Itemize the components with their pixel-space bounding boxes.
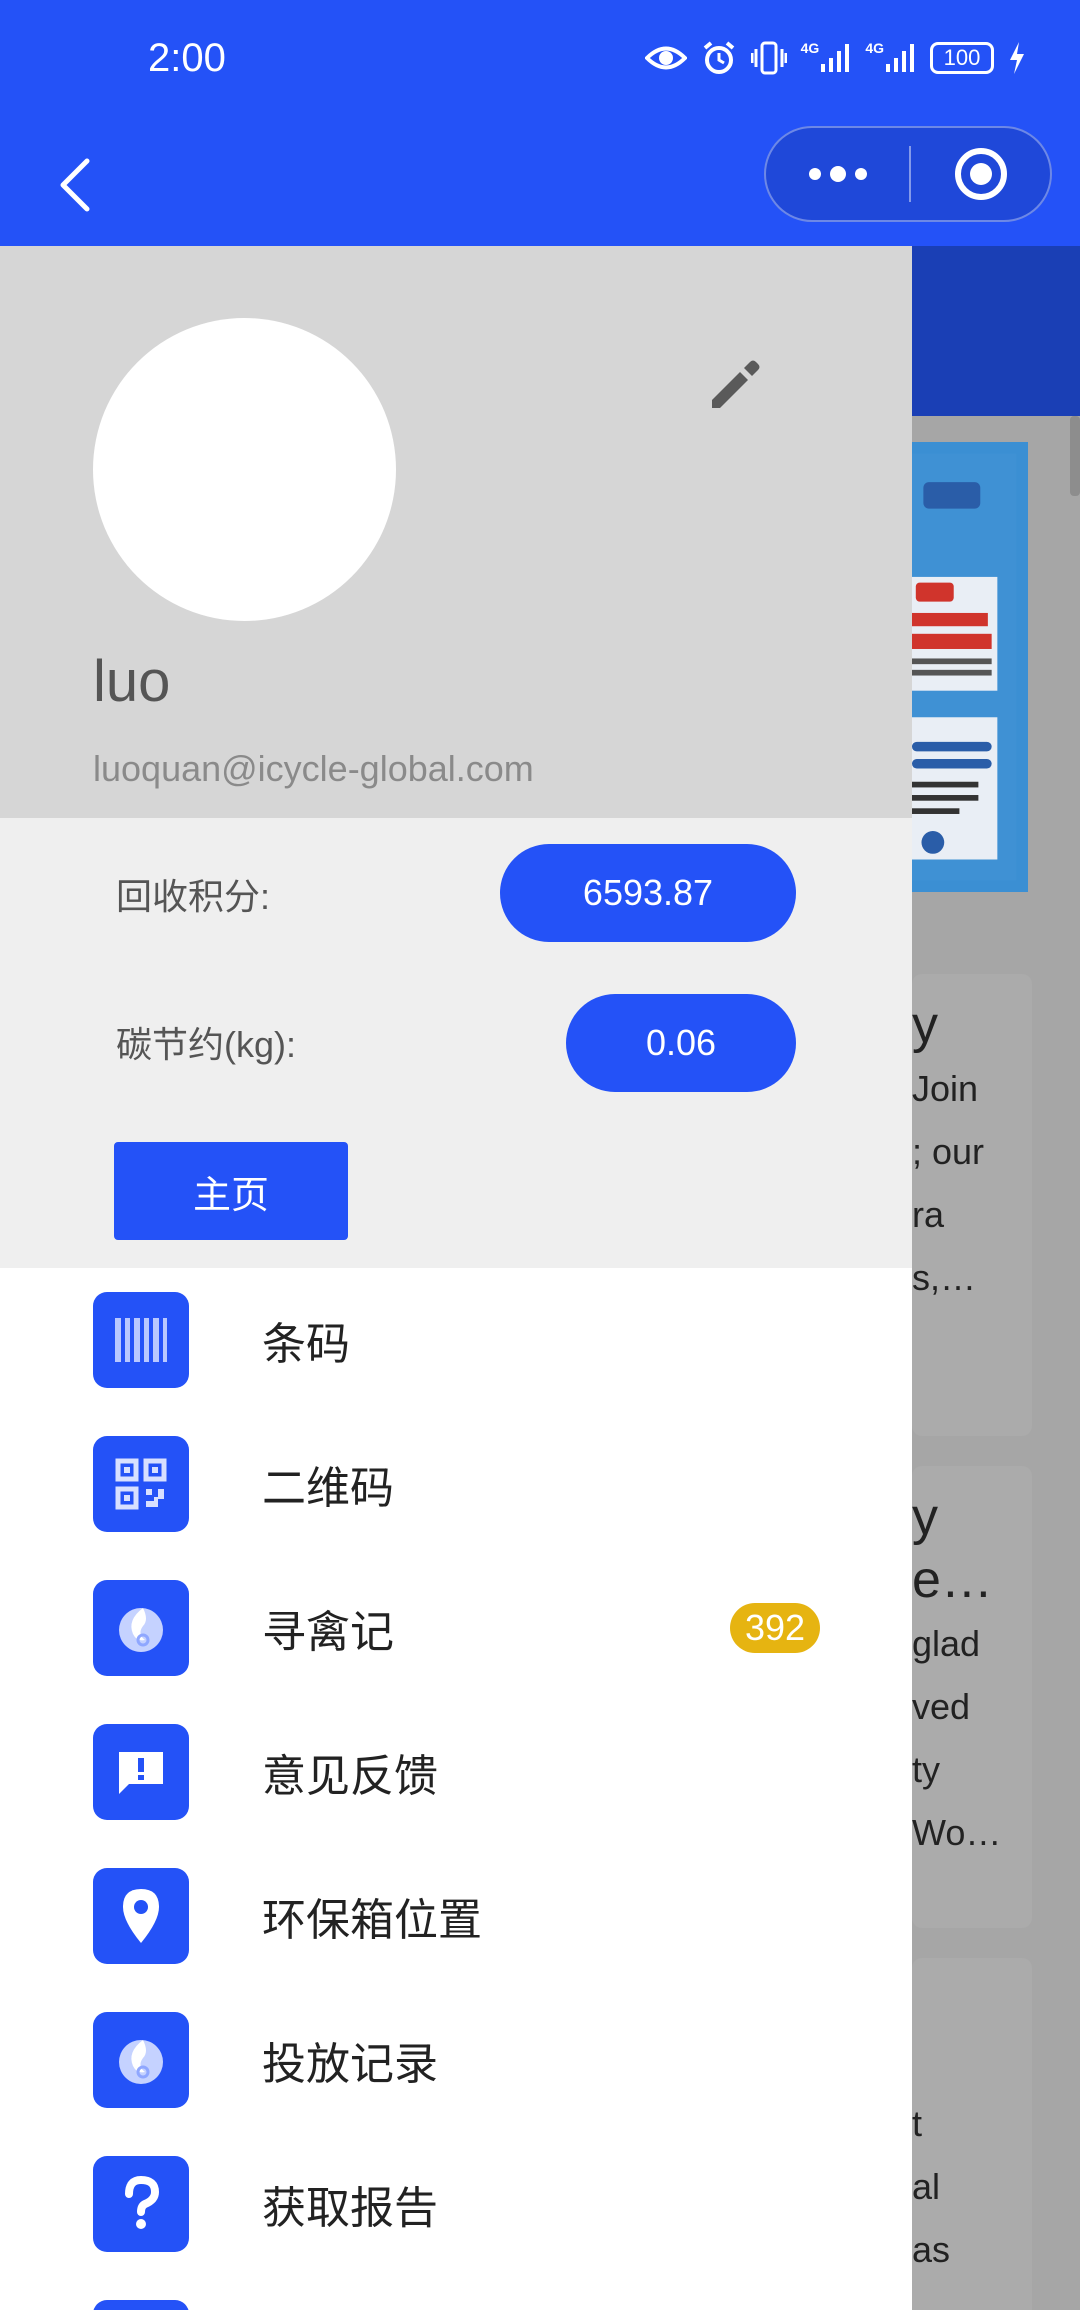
flame-icon [93,1580,189,1676]
points-label: 回收积分: [116,876,271,917]
close-button[interactable] [911,128,1050,220]
card2-line: y [912,1488,938,1546]
points-value[interactable]: 6593.87 [500,844,796,942]
back-button[interactable] [40,150,110,220]
stats-panel: 回收积分: 6593.87 碳节约(kg): 0.06 主页 [0,818,912,1268]
chevron-left-icon [60,158,90,212]
card3-line: al [912,2166,941,2207]
signal-icon-1: 4G [800,40,852,74]
carbon-value[interactable]: 0.06 [566,994,796,1092]
side-drawer: luo luoquan@icycle-global.com 回收积分: 6593… [0,246,912,2310]
more-dots-icon [808,166,867,182]
menu-item-qr-code[interactable]: 二维码 [0,1412,912,1556]
network-label-2: 4G [865,40,884,56]
eye-icon [644,43,687,73]
question-icon [93,2156,189,2252]
status-icons: 4G 4G 100 [644,40,1026,76]
card2-line: e… [912,1551,993,1609]
menu-item-barcode[interactable]: 条码 [0,1268,912,1412]
target-close-icon [954,148,1007,200]
card3-line: t [912,2103,923,2144]
vibrate-icon [750,41,787,75]
background-header [912,246,1080,416]
card2-line: glad [912,1623,981,1664]
card2-line: ved [912,1686,971,1727]
background-card-2[interactable]: y e… glad ved ty Wo… [912,1466,1032,1928]
count-badge: 392 [730,1603,820,1653]
status-time: 2:00 [148,36,226,80]
charging-icon [1008,42,1026,74]
menu-item-get-report[interactable]: 获取报告 [0,2132,912,2276]
menu-label-xunqinji: 寻禽记 [262,1608,394,1657]
user-name: luo [93,649,171,714]
card1-line: Join [912,1068,979,1109]
menu-label-get-report: 获取报告 [262,2184,438,2233]
alarm-icon [701,40,737,76]
signal-icon-2: 4G [865,40,916,74]
drawer-menu: 条码 二维码 寻禽记 392 意见反馈 环保箱位置 投放记录 获取报告 [0,1268,912,2310]
background-page: y Join ; our ra s,… y e… glad ved ty Wo…… [912,246,1080,2310]
menu-label-drop-records: 投放记录 [262,2040,438,2089]
carbon-label: 碳节约(kg): [116,1024,297,1065]
mini-program-capsule [764,126,1052,222]
feedback-icon [93,1724,189,1820]
card1-line: y [912,996,938,1054]
home-button[interactable]: 主页 [114,1142,348,1240]
more-button[interactable] [766,128,909,220]
background-card-3[interactable]: t al as [912,1958,1032,2310]
menu-label-qr-code: 二维码 [262,1464,394,1513]
flame-icon [93,2012,189,2108]
card2-line: Wo… [912,1812,1002,1853]
edit-profile-button[interactable] [700,350,770,420]
background-card-1[interactable]: y Join ; our ra s,… [912,974,1032,1436]
network-label-1: 4G [800,40,820,56]
menu-item-bin-location[interactable]: 环保箱位置 [0,1844,912,1988]
status-bar: 2:00 4G 4G 100 [0,0,1080,126]
card1-line: s,… [912,1257,977,1298]
qr-code-icon [93,1436,189,1532]
barcode-icon [93,1292,189,1388]
menu-item-drop-records[interactable]: 投放记录 [0,1988,912,2132]
card1-line: ra [912,1194,945,1235]
menu-icon-partial [93,2300,189,2310]
avatar[interactable] [93,318,396,621]
pencil-icon [712,360,760,408]
menu-item-partial[interactable] [0,2276,912,2310]
background-banner[interactable] [912,442,1028,892]
menu-label-barcode: 条码 [262,1320,350,1369]
menu-item-feedback[interactable]: 意见反馈 [0,1700,912,1844]
menu-label-bin-location: 环保箱位置 [262,1896,482,1945]
scrollbar[interactable] [1070,416,1080,496]
menu-item-xunqinji[interactable]: 寻禽记 392 [0,1556,912,1700]
nav-bar [0,126,1080,246]
card3-line: as [912,2229,951,2270]
battery-icon: 100 [930,42,994,74]
location-pin-icon [93,1868,189,1964]
profile-header: luo luoquan@icycle-global.com [0,246,912,818]
card2-line: ty [912,1749,941,1790]
user-email: luoquan@icycle-global.com [93,748,534,789]
card1-line: ; our [912,1131,985,1172]
menu-label-feedback: 意见反馈 [262,1752,438,1801]
